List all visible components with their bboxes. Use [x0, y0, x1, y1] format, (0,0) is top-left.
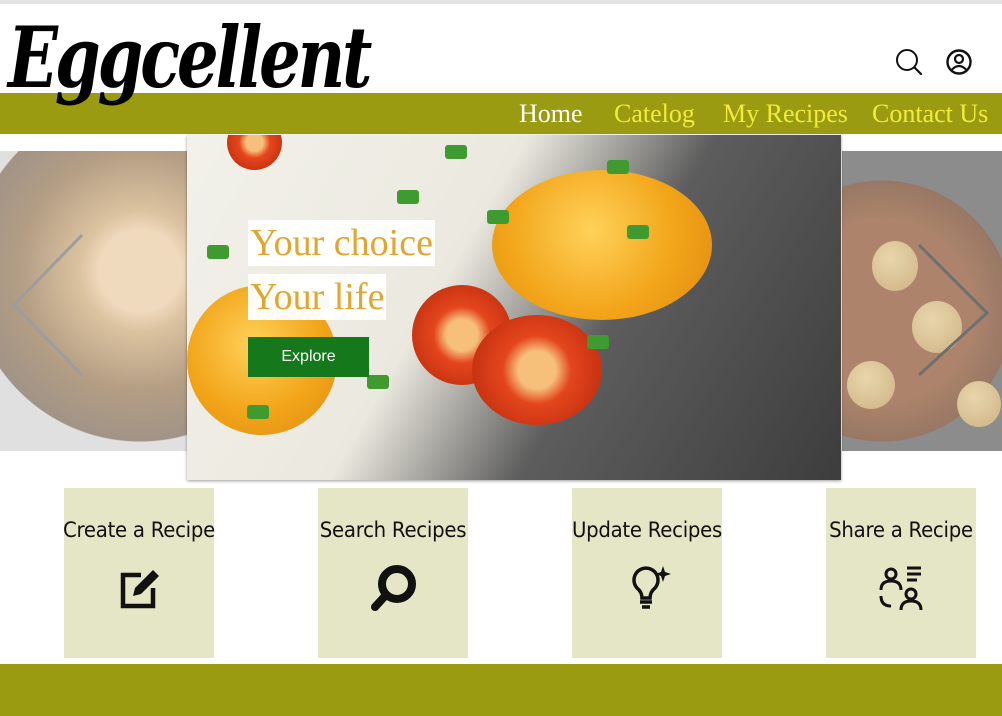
edit-icon: [115, 564, 163, 612]
magnifier-icon: [369, 564, 417, 612]
card-create-recipe[interactable]: Create a Recipe: [63, 488, 215, 658]
hero-tagline-line-2: Your life: [248, 274, 387, 320]
card-share-recipe[interactable]: Share a Recipe: [826, 488, 976, 658]
card-title: Create a Recipe: [62, 518, 215, 542]
search-icon[interactable]: [895, 48, 923, 76]
site-logo[interactable]: Eggcellent: [8, 16, 372, 100]
footer-bar: [0, 664, 1002, 716]
nav-contact-us[interactable]: Contact Us: [872, 98, 988, 130]
top-border: [0, 0, 1002, 4]
card-title: Search Recipes: [319, 518, 467, 542]
card-title: Share a Recipe: [829, 518, 973, 542]
hero-tagline-line-1: Your choice: [248, 220, 435, 266]
nav-my-recipes[interactable]: My Recipes: [723, 98, 848, 130]
card-search-recipes[interactable]: Search Recipes: [318, 488, 468, 658]
nav-home[interactable]: Home: [519, 98, 583, 130]
carousel-next-arrow-icon[interactable]: [915, 225, 995, 385]
nav-catalog[interactable]: Catelog: [614, 98, 695, 130]
carousel-prev-arrow-icon[interactable]: [6, 225, 86, 385]
card-update-recipes[interactable]: Update Recipes: [572, 488, 722, 658]
share-users-icon: [877, 564, 925, 612]
explore-button[interactable]: Explore: [248, 337, 369, 377]
user-account-icon[interactable]: [945, 48, 973, 76]
lightbulb-sparkle-icon: [623, 564, 671, 612]
card-title: Update Recipes: [571, 518, 723, 542]
